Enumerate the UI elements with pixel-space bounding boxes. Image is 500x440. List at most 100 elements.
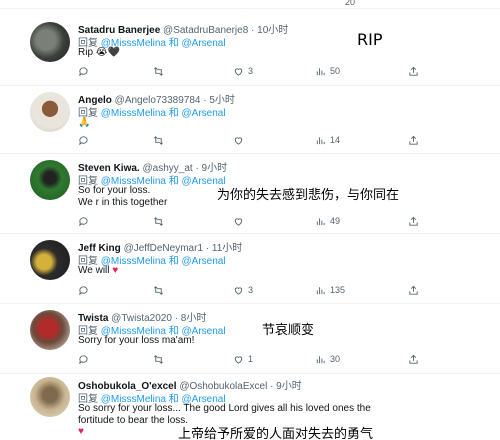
views-button[interactable]: 49 bbox=[315, 215, 340, 227]
heart-emoji-icon: ♥ bbox=[112, 265, 119, 276]
share-icon bbox=[408, 66, 419, 77]
views-count: 20 bbox=[345, 0, 356, 7]
reply-context: 回复 @MisssMelina 和 @Arsenal bbox=[78, 104, 226, 119]
reply-button[interactable] bbox=[78, 284, 89, 296]
reply-button[interactable] bbox=[78, 215, 89, 227]
retweet-icon bbox=[153, 354, 164, 365]
annotation-translation: 上帝给予所爱的人面对失去的勇气 bbox=[178, 427, 374, 440]
mention-conjunction: 和 bbox=[168, 38, 179, 49]
tweet-actions: 3 50 bbox=[78, 65, 428, 77]
views-count: 135 bbox=[330, 285, 346, 295]
annotation-translation: 节哀顺变 bbox=[262, 323, 315, 338]
views-icon bbox=[315, 66, 326, 77]
views-count: 14 bbox=[330, 135, 341, 145]
retweet-icon bbox=[153, 285, 164, 296]
retweet-button[interactable] bbox=[153, 215, 164, 227]
mention-link[interactable]: @Arsenal bbox=[182, 108, 226, 119]
share-button[interactable] bbox=[408, 353, 419, 365]
like-button[interactable]: 1 bbox=[233, 353, 253, 365]
like-icon bbox=[233, 66, 244, 77]
tweet-text-line: So sorry for your loss... The good Lord … bbox=[78, 403, 371, 414]
mention-link[interactable]: @Arsenal bbox=[182, 38, 226, 49]
share-button[interactable] bbox=[408, 284, 419, 296]
heart-emoji-icon: ♥ bbox=[78, 426, 84, 437]
tweet-text: Sorry for your loss ma'am! bbox=[78, 335, 195, 346]
reply-button[interactable] bbox=[78, 353, 89, 365]
views-icon bbox=[315, 354, 326, 365]
tweet-text-line: So for your loss. bbox=[78, 185, 151, 196]
tweet-text: 🙏 bbox=[78, 117, 91, 128]
avatar[interactable] bbox=[30, 240, 70, 280]
mention-conjunction: 和 bbox=[168, 256, 179, 267]
share-icon bbox=[408, 216, 419, 227]
views-button[interactable]: 14 bbox=[315, 134, 340, 146]
views-count: 30 bbox=[330, 354, 341, 364]
like-button[interactable] bbox=[233, 215, 244, 227]
annotation-translation: 为你的失去感到悲伤，与你同在 bbox=[217, 188, 400, 203]
share-button[interactable] bbox=[408, 65, 419, 77]
avatar[interactable] bbox=[30, 92, 70, 132]
tweet-actions: 14 bbox=[78, 134, 428, 146]
reply-button[interactable] bbox=[78, 134, 89, 146]
retweet-button[interactable] bbox=[153, 65, 164, 77]
views-button[interactable]: 135 bbox=[315, 284, 345, 296]
share-icon bbox=[408, 354, 419, 365]
like-icon bbox=[233, 216, 244, 227]
mention-link[interactable]: @Arsenal bbox=[182, 256, 226, 267]
tweet-text-content: We will bbox=[78, 265, 110, 276]
avatar[interactable] bbox=[30, 310, 70, 350]
reply-feed: 20 Satadru Banerjee @SatadruBanerje8 · 1… bbox=[0, 0, 500, 440]
reply-icon bbox=[78, 135, 89, 146]
retweet-button[interactable] bbox=[153, 284, 164, 296]
reply-button[interactable] bbox=[78, 65, 89, 77]
views-stat[interactable]: 20 bbox=[345, 0, 355, 8]
reply-icon bbox=[78, 216, 89, 227]
tweet-item[interactable]: Jeff King @JeffDeNeymar1 · 11小时 回复 @Miss… bbox=[0, 234, 500, 304]
like-count: 3 bbox=[248, 66, 254, 76]
retweet-icon bbox=[153, 135, 164, 146]
avatar[interactable] bbox=[30, 377, 70, 417]
views-icon bbox=[315, 285, 326, 296]
share-button[interactable] bbox=[408, 134, 419, 146]
tweet-text-emoji: ♥ bbox=[78, 426, 84, 438]
views-button[interactable]: 30 bbox=[315, 353, 340, 365]
tweet-text: Rip 😭🖤 bbox=[78, 47, 120, 58]
like-button[interactable]: 3 bbox=[233, 65, 253, 77]
views-button[interactable]: 50 bbox=[315, 65, 340, 77]
tweet-text: We will ♥ bbox=[78, 265, 118, 277]
tweet-item[interactable]: Satadru Banerjee @SatadruBanerje8 · 10小时… bbox=[0, 10, 500, 86]
share-icon bbox=[408, 135, 419, 146]
views-count: 49 bbox=[330, 216, 341, 226]
share-icon bbox=[408, 285, 419, 296]
like-button[interactable] bbox=[233, 134, 244, 146]
annotation-rip: RIP bbox=[357, 30, 383, 49]
mention-conjunction: 和 bbox=[168, 176, 179, 187]
timestamp[interactable]: · 10小时 bbox=[251, 25, 288, 36]
like-button[interactable]: 3 bbox=[233, 284, 253, 296]
reply-icon bbox=[78, 66, 89, 77]
tweet-text-line: We r in this together bbox=[78, 197, 168, 208]
retweet-button[interactable] bbox=[153, 353, 164, 365]
avatar[interactable] bbox=[30, 160, 70, 200]
mention-link[interactable]: @MisssMelina bbox=[101, 108, 166, 119]
tweet-item[interactable]: Angelo @Angelo73389784 · 5小时 回复 @MisssMe… bbox=[0, 86, 500, 154]
retweet-button[interactable] bbox=[153, 134, 164, 146]
timestamp[interactable]: · 9小时 bbox=[270, 381, 302, 392]
share-button[interactable] bbox=[408, 215, 419, 227]
like-icon bbox=[233, 135, 244, 146]
views-icon bbox=[315, 216, 326, 227]
tweet-actions: 3 135 bbox=[78, 284, 428, 296]
tweet-actions: 49 bbox=[78, 215, 428, 227]
views-icon bbox=[315, 135, 326, 146]
tweet-actions: 1 30 bbox=[78, 353, 428, 365]
partial-tweet-actions: 20 bbox=[0, 0, 500, 9]
tweet-text-line: fortitude to bear the loss. bbox=[78, 415, 189, 426]
avatar[interactable] bbox=[30, 22, 70, 62]
retweet-icon bbox=[153, 216, 164, 227]
like-count: 3 bbox=[248, 285, 254, 295]
tweet-item[interactable]: Twista @Twista2020 · 8小时 回复 @MisssMelina… bbox=[0, 304, 500, 374]
retweet-icon bbox=[153, 66, 164, 77]
like-icon bbox=[233, 285, 244, 296]
mention-conjunction: 和 bbox=[168, 108, 179, 119]
reply-icon bbox=[78, 354, 89, 365]
